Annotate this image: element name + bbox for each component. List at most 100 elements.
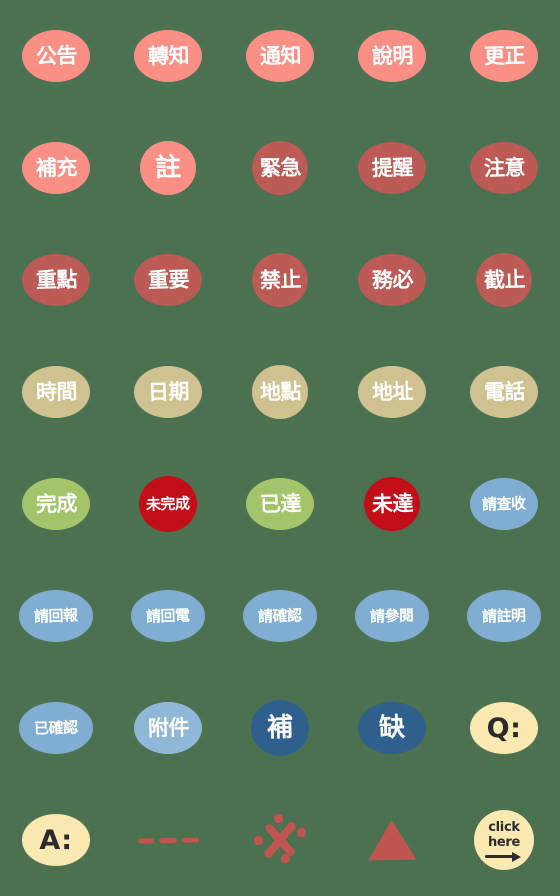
sticker-a-label[interactable]: A: [0, 784, 112, 896]
sticker-didian[interactable]: 地點 [224, 336, 336, 448]
sticker-blob-didian[interactable]: 地點 [252, 365, 308, 419]
symbol-reference-mark[interactable] [224, 784, 336, 896]
sticker-qinghuibao[interactable]: 請回報 [0, 560, 112, 672]
reference-mark-dot [274, 814, 283, 823]
sticker-blob-zhongyao[interactable]: 重要 [134, 254, 202, 306]
sticker-blob-qinghuidian[interactable]: 請回電 [131, 590, 205, 642]
dash-segment [137, 837, 154, 844]
sticker-label-weiwancheng: 未完成 [145, 493, 190, 514]
sticker-tixing[interactable]: 提醒 [336, 112, 448, 224]
sticker-label-wubi: 務必 [371, 266, 413, 293]
sticker-blob-zhongdian[interactable]: 重點 [22, 254, 90, 306]
sticker-label-yida: 已達 [259, 490, 301, 517]
sticker-label-qinghuidian: 請回電 [145, 605, 190, 626]
sticker-label-zhuyi: 注意 [483, 154, 525, 181]
sticker-blob-qingzhuming[interactable]: 請註明 [467, 590, 541, 642]
sticker-blob-qinghuibao[interactable]: 請回報 [19, 590, 93, 642]
sticker-buchong[interactable]: 補充 [0, 112, 112, 224]
sticker-jiezhi[interactable]: 截止 [448, 224, 560, 336]
sticker-label-a-label: A: [39, 824, 73, 856]
dash-segment [181, 836, 199, 843]
sticker-blob-qingqueren[interactable]: 請確認 [243, 590, 317, 642]
sticker-blob-dianhua[interactable]: 電話 [470, 366, 538, 418]
sticker-label-que: 缺 [378, 712, 406, 744]
sticker-zhongyao[interactable]: 重要 [112, 224, 224, 336]
sticker-blob-qingcanyue[interactable]: 請參閱 [355, 590, 429, 642]
sticker-riqi[interactable]: 日期 [112, 336, 224, 448]
sticker-blob-wubi[interactable]: 務必 [358, 254, 426, 306]
sticker-qingchashou[interactable]: 請查收 [448, 448, 560, 560]
sticker-blob-tixing[interactable]: 提醒 [358, 142, 426, 194]
reference-mark-icon[interactable] [254, 814, 306, 866]
sticker-wubi[interactable]: 務必 [336, 224, 448, 336]
sticker-wancheng[interactable]: 完成 [0, 448, 112, 560]
sticker-blob-dizhi[interactable]: 地址 [358, 366, 426, 418]
sticker-label-weida: 未達 [371, 490, 413, 517]
triangle-marker-icon[interactable] [367, 819, 417, 861]
sticker-dizhi[interactable]: 地址 [336, 336, 448, 448]
sticker-gengzheng[interactable]: 更正 [448, 0, 560, 112]
sticker-blob-jinji[interactable]: 緊急 [252, 141, 308, 195]
sticker-blob-yiqueren[interactable]: 已確認 [19, 702, 93, 754]
sticker-zhu[interactable]: 註 [112, 112, 224, 224]
sticker-zhuyi[interactable]: 注意 [448, 112, 560, 224]
sticker-label-tixing: 提醒 [371, 154, 413, 181]
sticker-label-qinghuibao: 請回報 [33, 605, 78, 626]
sticker-tongzhi[interactable]: 通知 [224, 0, 336, 112]
sticker-blob-fujian[interactable]: 附件 [134, 702, 202, 754]
dashed-line-icon[interactable] [137, 836, 199, 844]
sticker-qingzhuming[interactable]: 請註明 [448, 560, 560, 672]
sticker-blob-zhu[interactable]: 註 [140, 141, 196, 195]
sticker-label-jinzhi: 禁止 [259, 266, 301, 293]
sticker-label-yiqueren: 已確認 [33, 717, 78, 738]
sticker-blob-wancheng[interactable]: 完成 [22, 478, 90, 530]
sticker-zhuanzhi[interactable]: 轉知 [112, 0, 224, 112]
reference-mark-dot [254, 836, 263, 845]
sticker-blob-jiezhi[interactable]: 截止 [476, 253, 532, 307]
sticker-fujian[interactable]: 附件 [112, 672, 224, 784]
sticker-blob-q-label[interactable]: Q: [470, 702, 538, 754]
sticker-label-zhu: 註 [154, 152, 182, 184]
sticker-blob-shuoming[interactable]: 說明 [358, 30, 426, 82]
sticker-blob-riqi[interactable]: 日期 [134, 366, 202, 418]
sticker-blob-tongzhi[interactable]: 通知 [246, 30, 314, 82]
sticker-blob-shijian[interactable]: 時間 [22, 366, 90, 418]
sticker-yiqueren[interactable]: 已確認 [0, 672, 112, 784]
sticker-blob-que[interactable]: 缺 [358, 702, 426, 754]
sticker-blob-jinzhi[interactable]: 禁止 [252, 253, 308, 307]
sticker-label-qingzhuming: 請註明 [481, 605, 526, 626]
symbol-dashed-line[interactable] [112, 784, 224, 896]
sticker-gonggao[interactable]: 公告 [0, 0, 112, 112]
sticker-blob-a-label[interactable]: A: [22, 814, 90, 866]
sticker-dianhua[interactable]: 電話 [448, 336, 560, 448]
sticker-q-label[interactable]: Q: [448, 672, 560, 784]
sticker-blob-buchong[interactable]: 補充 [22, 142, 90, 194]
sticker-blob-weiwancheng[interactable]: 未完成 [139, 476, 197, 532]
sticker-weida[interactable]: 未達 [336, 448, 448, 560]
sticker-blob-bu[interactable]: 補 [251, 700, 309, 756]
click-here-blob[interactable]: click here [474, 810, 534, 870]
sticker-zhongdian[interactable]: 重點 [0, 224, 112, 336]
sticker-blob-gonggao[interactable]: 公告 [22, 30, 90, 82]
sticker-qinghuidian[interactable]: 請回電 [112, 560, 224, 672]
sticker-bu[interactable]: 補 [224, 672, 336, 784]
sticker-qingqueren[interactable]: 請確認 [224, 560, 336, 672]
sticker-blob-weida[interactable]: 未達 [364, 477, 420, 531]
sticker-click-here[interactable]: click here [448, 784, 560, 896]
sticker-jinzhi[interactable]: 禁止 [224, 224, 336, 336]
sticker-blob-qingchashou[interactable]: 請查收 [470, 478, 538, 530]
sticker-yida[interactable]: 已達 [224, 448, 336, 560]
sticker-label-zhongyao: 重要 [147, 266, 189, 293]
sticker-label-qingchashou: 請查收 [481, 493, 526, 514]
sticker-shijian[interactable]: 時間 [0, 336, 112, 448]
sticker-que[interactable]: 缺 [336, 672, 448, 784]
sticker-blob-zhuyi[interactable]: 注意 [470, 142, 538, 194]
symbol-triangle-marker[interactable] [336, 784, 448, 896]
sticker-blob-zhuanzhi[interactable]: 轉知 [134, 30, 202, 82]
sticker-shuoming[interactable]: 說明 [336, 0, 448, 112]
sticker-qingcanyue[interactable]: 請參閱 [336, 560, 448, 672]
sticker-blob-yida[interactable]: 已達 [246, 478, 314, 530]
sticker-weiwancheng[interactable]: 未完成 [112, 448, 224, 560]
sticker-jinji[interactable]: 緊急 [224, 112, 336, 224]
sticker-blob-gengzheng[interactable]: 更正 [470, 30, 538, 82]
